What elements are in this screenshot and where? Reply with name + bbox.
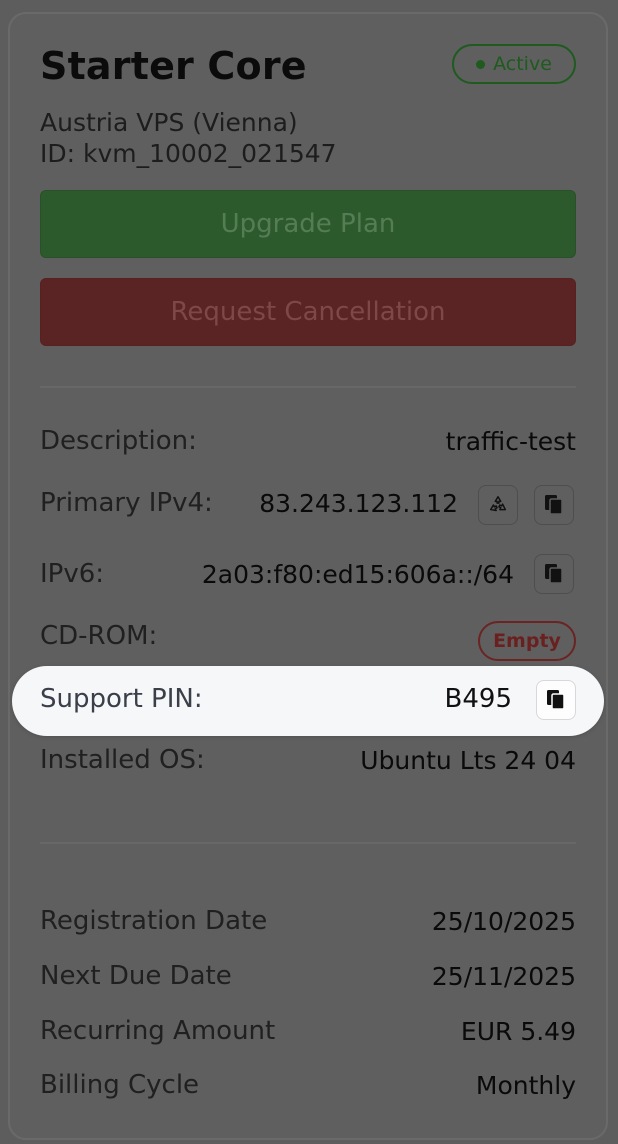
support-pin-label: Support PIN:: [40, 684, 203, 714]
section-divider: [40, 386, 576, 388]
billing-cycle-label: Billing Cycle: [40, 1070, 200, 1100]
recycle-icon: [489, 496, 507, 512]
registration-date-value: 25/10/2025: [431, 907, 576, 936]
service-location: Austria VPS (Vienna): [40, 108, 298, 137]
reset-ip-button[interactable]: [478, 485, 518, 525]
next-due-date-value: 25/11/2025: [431, 962, 576, 991]
support-pin-row: Support PIN: B495: [12, 666, 604, 736]
copy-ipv4-button[interactable]: [534, 485, 574, 525]
status-dot-icon: [476, 59, 486, 69]
service-id: ID: kvm_10002_021547: [40, 139, 337, 168]
service-title: Starter Core: [40, 44, 307, 88]
status-badge: Active: [452, 44, 576, 84]
recurring-amount-label: Recurring Amount: [40, 1016, 276, 1046]
copy-icon: [545, 564, 563, 584]
page: Starter Core Active Austria VPS (Vienna)…: [0, 0, 618, 1144]
next-due-date-label: Next Due Date: [40, 961, 232, 991]
ipv6-label: IPv6:: [40, 559, 105, 589]
cdrom-status-badge: Empty: [478, 621, 576, 661]
billing-cycle-value: Monthly: [475, 1071, 576, 1100]
recurring-amount-value: EUR 5.49: [460, 1017, 576, 1046]
ipv6-value: 2a03:f80:ed15:606a::/64: [201, 560, 514, 589]
status-badge-label: Active: [493, 53, 552, 75]
ipv4-label: Primary IPv4:: [40, 488, 213, 518]
installed-os-value: Ubuntu Lts 24 04: [360, 746, 576, 775]
copy-pin-button[interactable]: [536, 680, 576, 720]
description-value: traffic-test: [445, 427, 576, 456]
request-cancellation-button[interactable]: Request Cancellation: [40, 278, 576, 346]
copy-icon: [547, 690, 565, 710]
copy-ipv6-button[interactable]: [534, 554, 574, 594]
upgrade-plan-label: Upgrade Plan: [220, 209, 396, 239]
cdrom-label: CD-ROM:: [40, 621, 158, 651]
copy-icon: [545, 495, 563, 515]
upgrade-plan-button[interactable]: Upgrade Plan: [40, 190, 576, 258]
section-divider: [40, 842, 576, 844]
request-cancellation-label: Request Cancellation: [170, 297, 446, 327]
installed-os-label: Installed OS:: [40, 745, 205, 775]
registration-date-label: Registration Date: [40, 906, 268, 936]
description-label: Description:: [40, 426, 197, 456]
ipv4-value: 83.243.123.112: [259, 489, 458, 518]
support-pin-value: B495: [444, 684, 512, 714]
